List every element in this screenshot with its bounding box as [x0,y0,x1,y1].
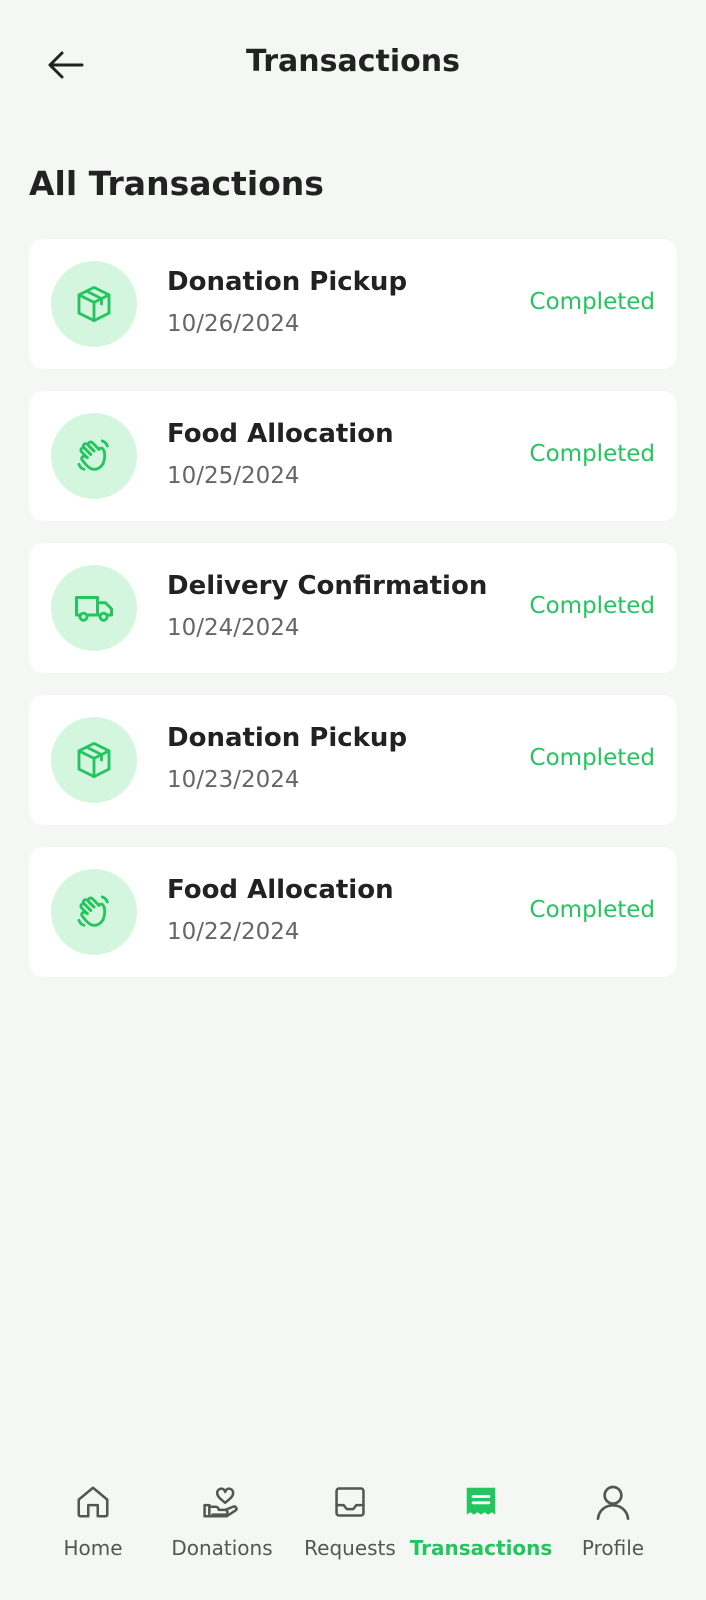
transaction-list: Donation Pickup 10/26/2024 Completed Foo… [29,239,677,999]
package-icon [77,285,111,323]
transaction-icon-container [51,717,137,803]
nav-label: Requests [304,1536,396,1560]
transaction-card[interactable]: Donation Pickup 10/23/2024 Completed [29,695,677,825]
waving-hand-icon [77,895,109,927]
transaction-status: Completed [529,441,655,467]
transaction-status: Completed [529,289,655,315]
transaction-card[interactable]: Food Allocation 10/22/2024 Completed [29,847,677,977]
nav-item-transactions[interactable]: Transactions [410,1460,552,1600]
transaction-icon-container [51,869,137,955]
transaction-icon-container [51,413,137,499]
transaction-card[interactable]: Donation Pickup 10/26/2024 Completed [29,239,677,369]
heart-hand-icon [203,1487,238,1518]
transaction-status: Completed [529,745,655,771]
nav-label: Home [63,1536,123,1560]
transaction-date: 10/26/2024 [167,311,300,337]
inbox-icon [335,1487,365,1517]
nav-item-home[interactable]: Home [28,1460,158,1600]
transaction-status: Completed [529,897,655,923]
transaction-icon-container [51,565,137,651]
nav-item-requests[interactable]: Requests [285,1460,415,1600]
waving-hand-icon [77,439,109,471]
transaction-card[interactable]: Delivery Confirmation 10/24/2024 Complet… [29,543,677,673]
nav-label: Profile [581,1536,645,1560]
nav-label: Transactions [409,1536,553,1560]
transaction-title: Food Allocation [167,419,394,449]
section-title: All Transactions [29,164,324,203]
bottom-nav: Home Donations Requests Transactions Pro… [0,1460,706,1600]
user-icon [596,1485,630,1520]
transaction-title: Food Allocation [167,875,394,905]
package-icon [77,741,111,779]
nav-item-donations[interactable]: Donations [157,1460,287,1600]
transaction-date: 10/23/2024 [167,767,300,793]
transaction-date: 10/22/2024 [167,919,300,945]
home-icon [77,1486,109,1518]
header: Transactions [0,0,706,130]
nav-item-profile[interactable]: Profile [548,1460,678,1600]
transaction-date: 10/25/2024 [167,463,300,489]
page-title: Transactions [246,44,460,79]
transaction-date: 10/24/2024 [167,615,300,641]
transaction-title: Donation Pickup [167,267,408,297]
transaction-card[interactable]: Food Allocation 10/25/2024 Completed [29,391,677,521]
truck-icon [75,596,113,622]
transaction-icon-container [51,261,137,347]
transaction-status: Completed [529,593,655,619]
transaction-title: Donation Pickup [167,723,408,753]
transaction-title: Delivery Confirmation [167,571,488,601]
receipt-icon [466,1487,496,1515]
nav-label: Donations [171,1536,273,1560]
